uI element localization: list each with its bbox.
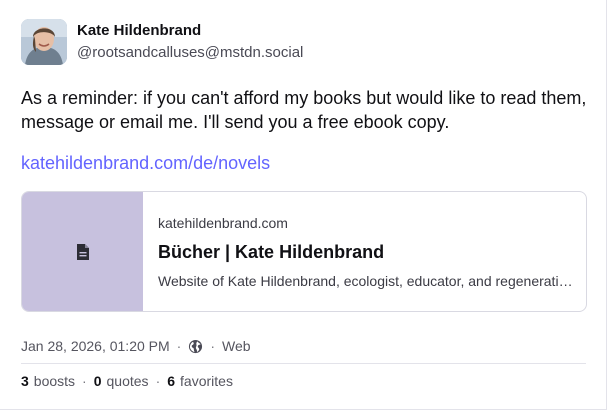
separator-dot: ·: [210, 338, 216, 354]
boosts-count-link[interactable]: 3 boosts: [21, 373, 75, 389]
avatar-photo: [21, 19, 67, 65]
separator-dot: ·: [82, 373, 87, 389]
quotes-label: quotes: [106, 373, 149, 389]
post-meta: Jan 28, 2026, 01:20 PM · · Web: [21, 338, 251, 354]
quotes-count-link[interactable]: 0 quotes: [94, 373, 149, 389]
document-icon: [76, 243, 89, 260]
author-display-name[interactable]: Kate Hildenbrand: [77, 22, 201, 39]
post-stats: 3 boosts · 0 quotes · 6 favorites: [21, 373, 233, 389]
card-domain: katehildenbrand.com: [158, 215, 288, 231]
post-link[interactable]: katehildenbrand.com/de/novels: [21, 153, 270, 174]
boosts-count: 3: [21, 373, 29, 389]
card-title: Bücher | Kate Hildenbrand: [158, 242, 385, 262]
separator-dot: ·: [155, 373, 161, 389]
quotes-count: 0: [93, 373, 102, 389]
boosts-label: boosts: [33, 373, 76, 389]
favorites-count-link[interactable]: 6 favorites: [167, 373, 233, 389]
favorites-label: favorites: [180, 373, 233, 389]
post-client: Web: [222, 338, 251, 354]
link-preview-card[interactable]: katehildenbrand.com Bücher | Kate Hilden…: [21, 191, 587, 312]
card-thumbnail: [22, 192, 143, 311]
post-timestamp[interactable]: Jan 28, 2026, 01:20 PM: [21, 338, 170, 354]
divider: [21, 363, 586, 364]
author-handle[interactable]: @rootsandcalluses@mstdn.social: [77, 44, 303, 61]
post-content: As a reminder: if you can't afford my bo…: [21, 86, 591, 134]
favorites-count: 6: [167, 373, 176, 389]
globe-icon: [188, 339, 203, 354]
separator-dot: ·: [176, 338, 182, 354]
avatar[interactable]: [21, 19, 67, 65]
post-text: As a reminder: if you can't afford my bo…: [21, 88, 587, 132]
status-post: Kate Hildenbrand @rootsandcalluses@mstdn…: [0, 0, 607, 410]
card-description: Website of Kate Hildenbrand, ecologist, …: [158, 273, 574, 289]
